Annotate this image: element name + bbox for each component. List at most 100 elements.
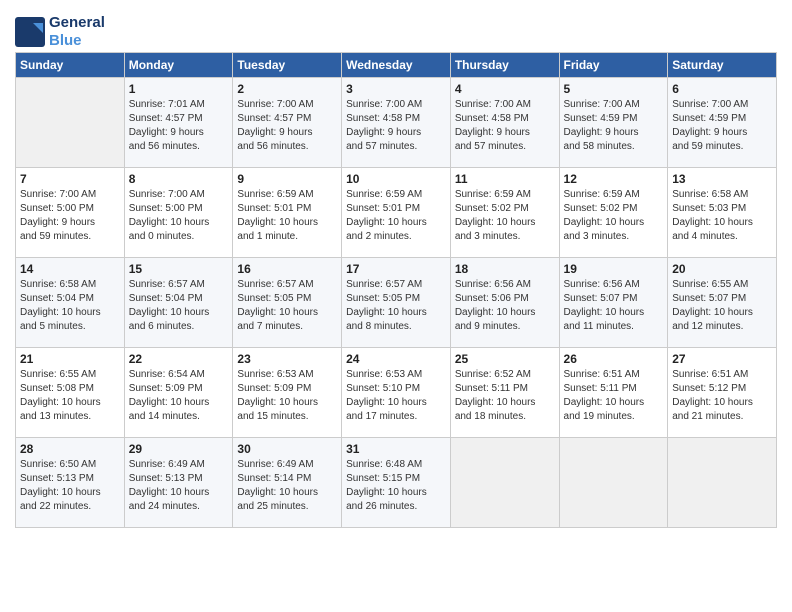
calendar-cell: 8 Sunrise: 7:00 AM Sunset: 5:00 PM Daylig… <box>124 168 233 258</box>
calendar-cell: 22 Sunrise: 6:54 AM Sunset: 5:09 PM Dayli… <box>124 348 233 438</box>
day-info: Sunrise: 7:00 AM Sunset: 4:58 PM Dayligh… <box>346 98 446 154</box>
day-number: 15 <box>129 262 229 276</box>
day-number: 14 <box>20 262 120 276</box>
calendar-cell: 4 Sunrise: 7:00 AM Sunset: 4:58 PM Daylig… <box>450 78 559 168</box>
day-info: Sunrise: 7:00 AM Sunset: 4:58 PM Dayligh… <box>455 98 555 154</box>
day-number: 30 <box>237 442 337 456</box>
day-number: 12 <box>564 172 664 186</box>
calendar-cell: 1 Sunrise: 7:01 AM Sunset: 4:57 PM Daylig… <box>124 78 233 168</box>
day-info: Sunrise: 6:58 AM Sunset: 5:04 PM Dayligh… <box>20 278 120 334</box>
calendar-cell: 27 Sunrise: 6:51 AM Sunset: 5:12 PM Dayli… <box>668 348 777 438</box>
calendar-cell: 14 Sunrise: 6:58 AM Sunset: 5:04 PM Dayli… <box>16 258 125 348</box>
day-number: 13 <box>672 172 772 186</box>
day-info: Sunrise: 6:49 AM Sunset: 5:14 PM Dayligh… <box>237 458 337 514</box>
day-number: 31 <box>346 442 446 456</box>
calendar-cell: 25 Sunrise: 6:52 AM Sunset: 5:11 PM Dayli… <box>450 348 559 438</box>
week-row-1: 1 Sunrise: 7:01 AM Sunset: 4:57 PM Daylig… <box>16 78 777 168</box>
day-info: Sunrise: 7:00 AM Sunset: 4:57 PM Dayligh… <box>237 98 337 154</box>
day-info: Sunrise: 6:57 AM Sunset: 5:05 PM Dayligh… <box>346 278 446 334</box>
calendar-table: SundayMondayTuesdayWednesdayThursdayFrid… <box>15 52 777 528</box>
calendar-header-row: SundayMondayTuesdayWednesdayThursdayFrid… <box>16 53 777 78</box>
calendar-cell: 28 Sunrise: 6:50 AM Sunset: 5:13 PM Dayli… <box>16 438 125 528</box>
day-info: Sunrise: 6:52 AM Sunset: 5:11 PM Dayligh… <box>455 368 555 424</box>
day-info: Sunrise: 6:55 AM Sunset: 5:07 PM Dayligh… <box>672 278 772 334</box>
calendar-cell: 12Sunrise: 6:59 AM Sunset: 5:02 PM Dayli… <box>559 168 668 258</box>
calendar-cell: 5 Sunrise: 7:00 AM Sunset: 4:59 PM Daylig… <box>559 78 668 168</box>
day-number: 5 <box>564 82 664 96</box>
day-info: Sunrise: 6:58 AM Sunset: 5:03 PM Dayligh… <box>672 188 772 244</box>
calendar-cell: 20 Sunrise: 6:55 AM Sunset: 5:07 PM Dayli… <box>668 258 777 348</box>
calendar-cell: 21Sunrise: 6:55 AM Sunset: 5:08 PM Dayli… <box>16 348 125 438</box>
day-number: 3 <box>346 82 446 96</box>
header-friday: Friday <box>559 53 668 78</box>
day-number: 2 <box>237 82 337 96</box>
day-info: Sunrise: 6:49 AM Sunset: 5:13 PM Dayligh… <box>129 458 229 514</box>
day-number: 7 <box>20 172 120 186</box>
header-tuesday: Tuesday <box>233 53 342 78</box>
day-info: Sunrise: 6:56 AM Sunset: 5:07 PM Dayligh… <box>564 278 664 334</box>
day-info: Sunrise: 6:59 AM Sunset: 5:01 PM Dayligh… <box>346 188 446 244</box>
day-number: 4 <box>455 82 555 96</box>
day-info: Sunrise: 6:50 AM Sunset: 5:13 PM Dayligh… <box>20 458 120 514</box>
calendar-cell: 17 Sunrise: 6:57 AM Sunset: 5:05 PM Dayli… <box>342 258 451 348</box>
day-info: Sunrise: 6:56 AM Sunset: 5:06 PM Dayligh… <box>455 278 555 334</box>
day-number: 20 <box>672 262 772 276</box>
calendar-cell <box>450 438 559 528</box>
day-number: 17 <box>346 262 446 276</box>
calendar-cell: 29 Sunrise: 6:49 AM Sunset: 5:13 PM Dayli… <box>124 438 233 528</box>
day-info: Sunrise: 6:59 AM Sunset: 5:02 PM Dayligh… <box>455 188 555 244</box>
week-row-3: 14 Sunrise: 6:58 AM Sunset: 5:04 PM Dayli… <box>16 258 777 348</box>
calendar-cell: 3 Sunrise: 7:00 AM Sunset: 4:58 PM Daylig… <box>342 78 451 168</box>
calendar-cell: 26Sunrise: 6:51 AM Sunset: 5:11 PM Dayli… <box>559 348 668 438</box>
day-number: 10 <box>346 172 446 186</box>
calendar-cell: 7 Sunrise: 7:00 AM Sunset: 5:00 PM Daylig… <box>16 168 125 258</box>
day-info: Sunrise: 7:00 AM Sunset: 5:00 PM Dayligh… <box>129 188 229 244</box>
calendar-cell <box>668 438 777 528</box>
day-number: 11 <box>455 172 555 186</box>
day-info: Sunrise: 6:57 AM Sunset: 5:05 PM Dayligh… <box>237 278 337 334</box>
day-info: Sunrise: 6:55 AM Sunset: 5:08 PM Dayligh… <box>20 368 120 424</box>
calendar-cell: 24Sunrise: 6:53 AM Sunset: 5:10 PM Dayli… <box>342 348 451 438</box>
day-info: Sunrise: 7:00 AM Sunset: 5:00 PM Dayligh… <box>20 188 120 244</box>
day-number: 16 <box>237 262 337 276</box>
header-saturday: Saturday <box>668 53 777 78</box>
day-number: 22 <box>129 352 229 366</box>
calendar-cell: 30 Sunrise: 6:49 AM Sunset: 5:14 PM Dayli… <box>233 438 342 528</box>
header-monday: Monday <box>124 53 233 78</box>
calendar-cell: 6 Sunrise: 7:00 AM Sunset: 4:59 PM Daylig… <box>668 78 777 168</box>
day-number: 27 <box>672 352 772 366</box>
day-number: 23 <box>237 352 337 366</box>
calendar-cell: 11 Sunrise: 6:59 AM Sunset: 5:02 PM Dayli… <box>450 168 559 258</box>
calendar-cell: 15 Sunrise: 6:57 AM Sunset: 5:04 PM Dayli… <box>124 258 233 348</box>
day-number: 28 <box>20 442 120 456</box>
calendar-cell <box>559 438 668 528</box>
day-info: Sunrise: 7:00 AM Sunset: 4:59 PM Dayligh… <box>564 98 664 154</box>
day-info: Sunrise: 6:57 AM Sunset: 5:04 PM Dayligh… <box>129 278 229 334</box>
calendar-cell: 16 Sunrise: 6:57 AM Sunset: 5:05 PM Dayli… <box>233 258 342 348</box>
calendar-cell: 10 Sunrise: 6:59 AM Sunset: 5:01 PM Dayli… <box>342 168 451 258</box>
day-info: Sunrise: 6:54 AM Sunset: 5:09 PM Dayligh… <box>129 368 229 424</box>
day-number: 9 <box>237 172 337 186</box>
day-info: Sunrise: 6:51 AM Sunset: 5:11 PM Dayligh… <box>564 368 664 424</box>
day-number: 1 <box>129 82 229 96</box>
logo-icon <box>15 17 45 47</box>
header-thursday: Thursday <box>450 53 559 78</box>
header-wednesday: Wednesday <box>342 53 451 78</box>
day-info: Sunrise: 7:01 AM Sunset: 4:57 PM Dayligh… <box>129 98 229 154</box>
week-row-2: 7 Sunrise: 7:00 AM Sunset: 5:00 PM Daylig… <box>16 168 777 258</box>
day-number: 18 <box>455 262 555 276</box>
day-number: 8 <box>129 172 229 186</box>
calendar-cell: 19Sunrise: 6:56 AM Sunset: 5:07 PM Dayli… <box>559 258 668 348</box>
logo-general: General <box>49 14 105 31</box>
page-container: General Blue SundayMondayTuesdayWednesda… <box>15 10 777 528</box>
day-info: Sunrise: 7:00 AM Sunset: 4:59 PM Dayligh… <box>672 98 772 154</box>
day-number: 25 <box>455 352 555 366</box>
week-row-4: 21Sunrise: 6:55 AM Sunset: 5:08 PM Dayli… <box>16 348 777 438</box>
day-info: Sunrise: 6:51 AM Sunset: 5:12 PM Dayligh… <box>672 368 772 424</box>
day-number: 29 <box>129 442 229 456</box>
logo: General Blue <box>15 10 105 50</box>
day-info: Sunrise: 6:53 AM Sunset: 5:10 PM Dayligh… <box>346 368 446 424</box>
header-sunday: Sunday <box>16 53 125 78</box>
day-number: 6 <box>672 82 772 96</box>
week-row-5: 28 Sunrise: 6:50 AM Sunset: 5:13 PM Dayli… <box>16 438 777 528</box>
